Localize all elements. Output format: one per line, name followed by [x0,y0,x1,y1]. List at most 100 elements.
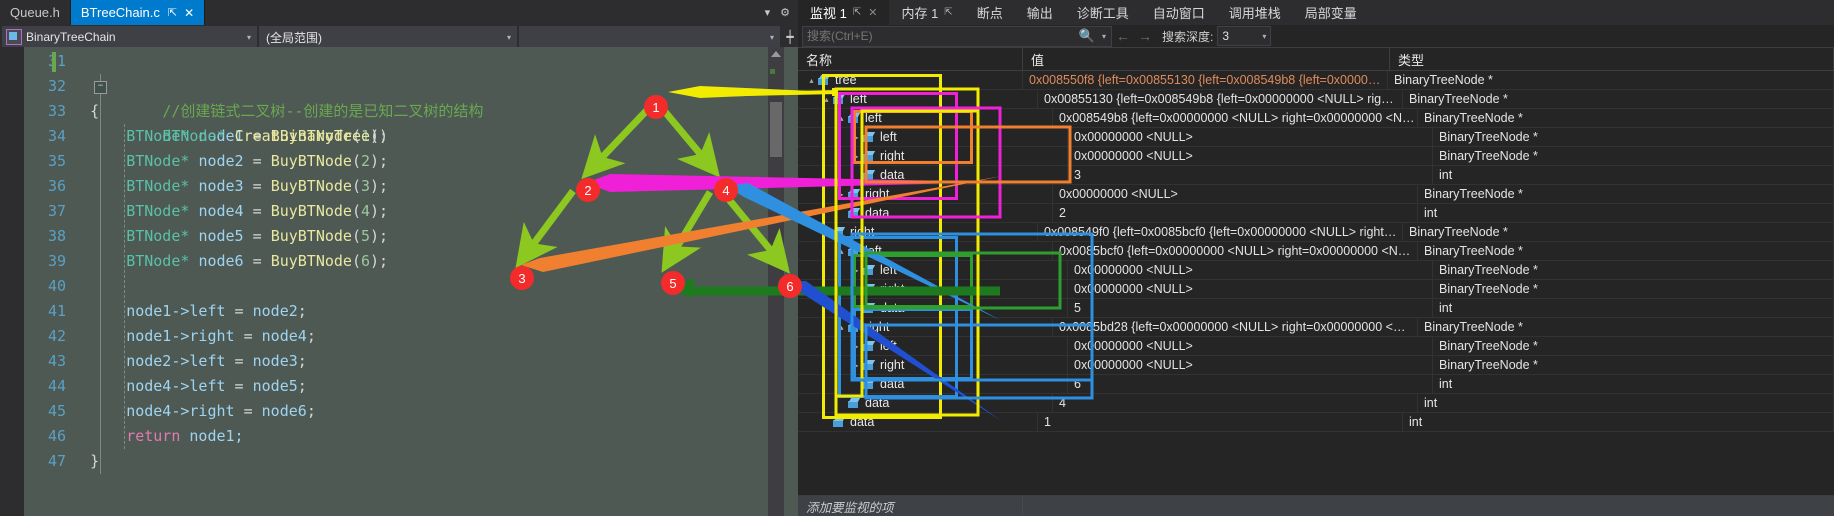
code-line-47[interactable]: } [72,449,798,474]
expander-icon[interactable]: ▸ [851,285,862,294]
table-row[interactable]: ▴ left 0x00855130 {left=0x008549b8 {left=0… [798,90,1834,109]
tab-watch-1[interactable]: 监视 1 ⇱ ✕ [798,0,890,25]
search-depth-stepper[interactable]: 3 ▾ [1217,26,1272,46]
table-row[interactable]: ▸ right 0x00000000 <NULL> BinaryTreeNode * [798,185,1834,204]
editor-vertical-scrollbar[interactable] [768,47,784,516]
watch-row-name-cell[interactable]: data [798,299,1068,317]
expander-icon[interactable]: ▴ [821,95,832,104]
expander-icon[interactable]: ▴ [821,228,832,237]
watch-row-value-cell[interactable]: 5 [1068,299,1433,317]
code-line-45[interactable]: node4->right = node6; [72,399,798,424]
watch-row-value-cell[interactable]: 0x00000000 <NULL> [1068,261,1433,279]
expander-icon[interactable]: ▸ [851,361,862,370]
table-row[interactable]: data 3 int [798,166,1834,185]
scrollbar-thumb[interactable] [770,102,782,157]
table-row[interactable]: data 4 int [798,394,1834,413]
table-row[interactable]: ▴ tree 0x008550f8 {left=0x00855130 {left=0… [798,71,1834,90]
watch-row-name-cell[interactable]: ▸ left [798,261,1068,279]
table-row[interactable]: ▸ left 0x00000000 <NULL> BinaryTreeNode * [798,261,1834,280]
code-surface[interactable]: 31 32 33 34 35 36 37 38 39 40 41 42 43 4… [0,47,798,516]
expander-icon[interactable]: ▴ [836,114,847,123]
code-line-38[interactable]: BTNode* node5 = BuyBTNode(5); [72,224,798,249]
watch-row-name-cell[interactable]: ▸ right [798,356,1068,374]
watch-row-name-cell[interactable]: ▸ right [798,185,1053,203]
watch-row-value-cell[interactable]: 0x00000000 <NULL> [1068,128,1433,146]
watch-row-name-cell[interactable]: ▴ left [798,109,1053,127]
table-row[interactable]: ▸ left 0x00000000 <NULL> BinaryTreeNode * [798,337,1834,356]
code-line-46[interactable]: return node1; [72,424,798,449]
watch-row-name-cell[interactable]: data [798,375,1068,393]
close-icon[interactable]: ✕ [184,6,194,20]
watch-row-name-cell[interactable]: data [798,413,1038,431]
watch-row-name-cell[interactable]: ▴ tree [798,71,1023,89]
table-row[interactable]: ▸ right 0x00000000 <NULL> BinaryTreeNode * [798,356,1834,375]
code-line-35[interactable]: BTNode* node2 = BuyBTNode(2); [72,149,798,174]
watch-row-name-cell[interactable]: ▴ left [798,242,1053,260]
code-line-40[interactable] [72,274,798,299]
watch-row-value-cell[interactable]: 2 [1053,204,1418,222]
scroll-up-arrow-icon[interactable] [771,51,781,57]
watch-row-value-cell[interactable]: 0x008550f8 {left=0x00855130 {left=0x0085… [1023,71,1388,89]
code-line-36[interactable]: BTNode* node3 = BuyBTNode(3); [72,174,798,199]
expander-icon[interactable]: ▴ [836,247,847,256]
watch-row-name-cell[interactable]: ▸ right [798,280,1068,298]
table-row[interactable]: data 1 int [798,413,1834,432]
code-line-44[interactable]: node4->left = node5; [72,374,798,399]
watch-row-value-cell[interactable]: 1 [1038,413,1403,431]
code-line-31[interactable]: //创建链式二叉树--创建的是已知二叉树的结构 [52,49,798,120]
member-selector[interactable]: ▾ [519,26,780,48]
tab-locals[interactable]: 局部变量 [1293,0,1369,25]
chevron-down-icon[interactable]: ▾ [1102,32,1106,41]
scope-selector[interactable]: (全局范围) ▾ [259,26,517,48]
code-line-42[interactable]: node1->right = node4; [72,324,798,349]
watch-row-value-cell[interactable]: 0x00855130 {left=0x008549b8 {left=0x0000… [1038,90,1403,108]
column-header-name[interactable]: 名称 [798,48,1023,70]
pin-icon[interactable]: ⇱ [853,7,861,18]
watch-row-value-cell[interactable]: 0x0085bd28 {left=0x00000000 <NULL> right… [1053,318,1418,336]
tab-call-stack[interactable]: 调用堆栈 [1217,0,1293,25]
fold-collapse-icon[interactable]: − [94,81,107,94]
tab-btreechain-c[interactable]: BTreeChain.c ⇱ ✕ [70,0,206,25]
tab-queue-h[interactable]: Queue.h [0,0,71,25]
add-watch-hint[interactable]: 添加要监视的项 [798,496,1023,516]
watch-row-value-cell[interactable]: 0x00000000 <NULL> [1053,185,1418,203]
gear-icon[interactable]: ⚙ [780,6,790,19]
table-row[interactable]: data 5 int [798,299,1834,318]
watch-row-value-cell[interactable]: 0x00000000 <NULL> [1068,147,1433,165]
add-watch-row[interactable]: 添加要监视的项 [798,495,1834,516]
tab-output[interactable]: 输出 [1015,0,1065,25]
project-selector[interactable]: BinaryTreeChain ▾ [2,26,257,48]
watch-grid-body[interactable]: ▴ tree 0x008550f8 {left=0x00855130 {left=0… [798,71,1834,495]
search-input[interactable]: 🔍 ▾ [802,25,1112,47]
watch-row-name-cell[interactable]: data [798,394,1053,412]
watch-row-name-cell[interactable]: data [798,204,1053,222]
expander-icon[interactable]: ▸ [851,133,862,142]
column-header-type[interactable]: 类型 [1390,48,1834,70]
tab-memory-1[interactable]: 内存 1 ⇱ [889,0,964,25]
search-prev-button[interactable]: ← [1112,28,1134,44]
expander-icon[interactable]: ▴ [806,76,817,85]
close-icon[interactable]: ✕ [868,6,877,19]
watch-row-value-cell[interactable]: 0x0085bcf0 {left=0x00000000 <NULL> right… [1053,242,1418,260]
chevron-down-icon[interactable]: ▾ [1262,32,1266,41]
chevron-down-icon[interactable]: ▾ [247,33,251,42]
search-next-button[interactable]: → [1134,28,1156,44]
watch-row-value-cell[interactable]: 0x00000000 <NULL> [1068,337,1433,355]
table-row[interactable]: ▸ right 0x00000000 <NULL> BinaryTreeNode * [798,147,1834,166]
watch-row-value-cell[interactable]: 6 [1068,375,1433,393]
code-line-37[interactable]: BTNode* node4 = BuyBTNode(4); [72,199,798,224]
watch-row-name-cell[interactable]: ▴ right [798,223,1038,241]
watch-row-name-cell[interactable]: ▸ left [798,128,1068,146]
split-view-button[interactable]: ┿ [782,26,798,48]
table-row[interactable]: data 6 int [798,375,1834,394]
tab-breakpoints[interactable]: 断点 [965,0,1015,25]
code-text-column[interactable]: //创建链式二叉树--创建的是已知二叉树的结构 − BTNode* CreatB… [52,47,798,516]
watch-row-value-cell[interactable]: 0x00000000 <NULL> [1068,280,1433,298]
watch-row-value-cell[interactable]: 0x00000000 <NULL> [1068,356,1433,374]
code-line-41[interactable]: node1->left = node2; [72,299,798,324]
pin-icon[interactable]: ⇱ [168,6,177,19]
watch-row-value-cell[interactable]: 4 [1053,394,1418,412]
table-row[interactable]: ▴ right 0x008549f0 {left=0x0085bcf0 {left=… [798,223,1834,242]
table-row[interactable]: data 2 int [798,204,1834,223]
table-row[interactable]: ▴ left 0x0085bcf0 {left=0x00000000 <NULL> … [798,242,1834,261]
